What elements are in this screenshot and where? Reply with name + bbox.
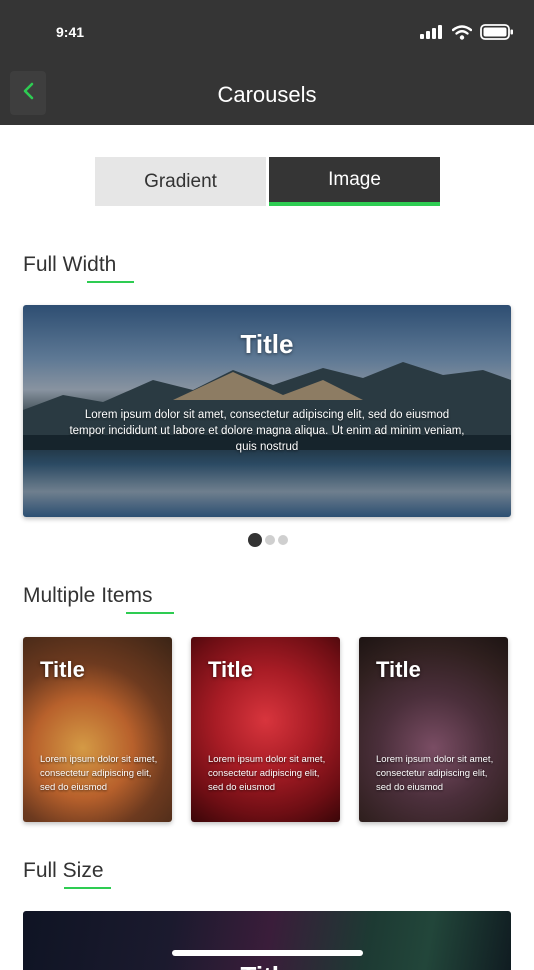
item-title: Title <box>376 657 421 682</box>
item-title: Title <box>208 657 253 682</box>
heading-underline <box>126 612 174 614</box>
tab-image[interactable]: Image <box>269 157 440 206</box>
full-size-carousel-slide[interactable]: Title <box>23 911 511 970</box>
slide-title: Title <box>23 961 511 970</box>
carousel-pagination <box>248 533 288 547</box>
battery-icon <box>480 24 514 45</box>
full-width-carousel-slide[interactable]: Title Lorem ipsum dolor sit amet, consec… <box>23 305 511 517</box>
tab-gradient[interactable]: Gradient <box>95 157 266 206</box>
heading-underline <box>64 887 111 889</box>
wifi-icon <box>451 24 473 45</box>
section-heading-full-size: Full Size <box>23 859 104 882</box>
status-icons <box>420 24 514 45</box>
pagination-dot[interactable] <box>265 535 275 545</box>
carousel-item-pizza[interactable]: Title Lorem ipsum dolor sit amet, consec… <box>23 637 172 822</box>
item-title: Title <box>40 657 85 682</box>
item-description: Lorem ipsum dolor sit amet, consectetur … <box>40 754 158 793</box>
slide-description: Lorem ipsum dolor sit amet, consectetur … <box>69 409 465 453</box>
slide-title: Title <box>240 329 294 359</box>
carousel-item-strawberries[interactable]: Title Lorem ipsum dolor sit amet, consec… <box>191 637 340 822</box>
status-time: 9:41 <box>56 24 85 40</box>
pagination-dot[interactable] <box>278 535 288 545</box>
item-description: Lorem ipsum dolor sit amet, consectetur … <box>208 754 326 793</box>
section-heading-full-width: Full Width <box>23 253 117 276</box>
heading-underline <box>87 281 134 283</box>
home-indicator[interactable] <box>172 950 363 956</box>
page-title: Carousels <box>217 82 317 107</box>
app-header: 9:41 Carousels <box>0 0 534 125</box>
pagination-dot-active[interactable] <box>248 533 262 547</box>
section-heading-multiple-items: Multiple Items <box>23 584 153 607</box>
segmented-control: Gradient Image <box>95 157 440 206</box>
item-description: Lorem ipsum dolor sit amet, consectetur … <box>376 754 494 793</box>
carousel-item-dessert[interactable]: Title Lorem ipsum dolor sit amet, consec… <box>359 637 508 822</box>
cellular-signal-icon <box>420 25 444 44</box>
